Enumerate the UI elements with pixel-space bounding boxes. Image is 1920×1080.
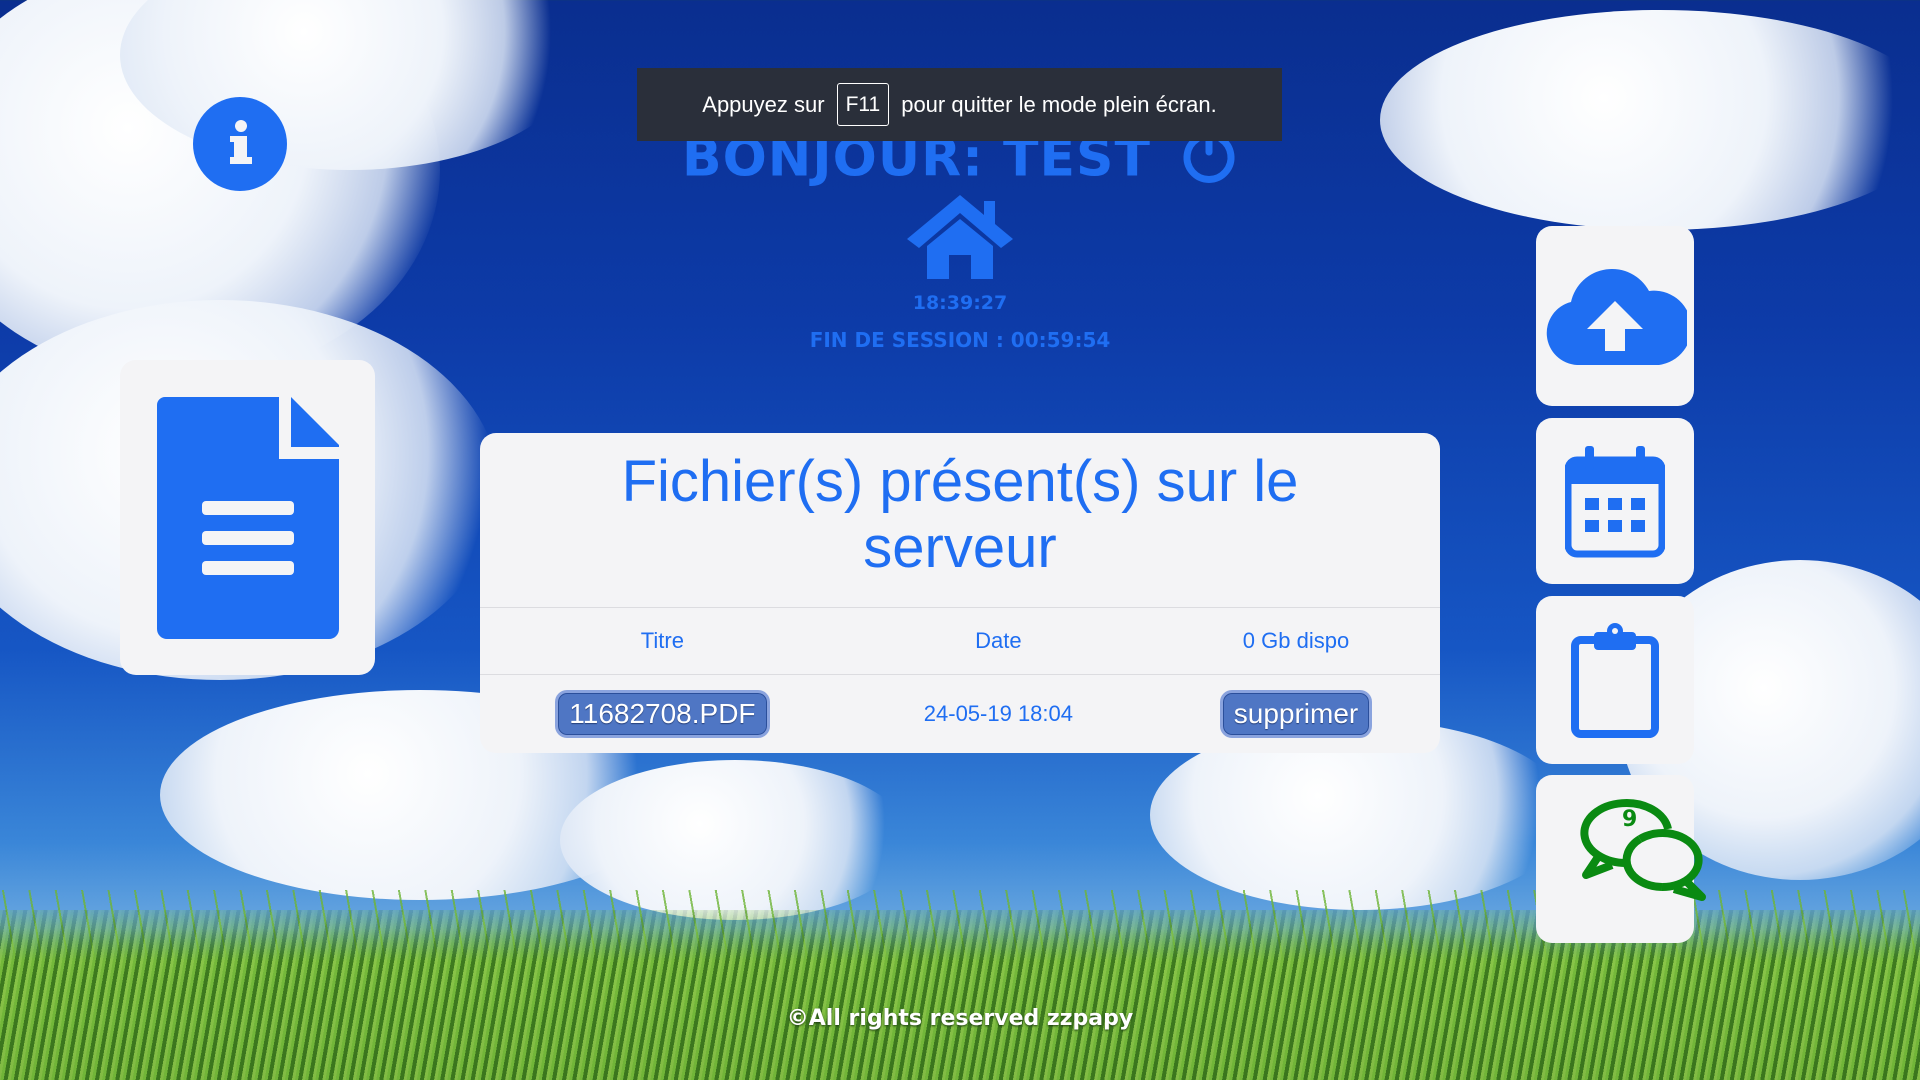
file-open-button[interactable]: 11682708.PDF	[555, 690, 770, 739]
calendar-icon	[1565, 446, 1665, 558]
files-panel: Fichier(s) présent(s) sur le serveur Tit…	[480, 433, 1440, 753]
chat-icon	[1580, 799, 1706, 901]
calendar-card[interactable]	[1536, 418, 1694, 584]
cloud-upload-icon	[1546, 268, 1687, 365]
home-icon	[907, 195, 1013, 279]
clipboard-icon	[1571, 623, 1659, 738]
background-cloud	[1380, 10, 1920, 230]
table-row: 11682708.PDF 24-05-19 18:04 supprimer	[480, 675, 1440, 754]
file-name-cell: 11682708.PDF	[480, 675, 845, 754]
column-header-title: Titre	[480, 607, 845, 675]
file-date-cell: 24-05-19 18:04	[923, 701, 1073, 727]
files-title: Fichier(s) présent(s) sur le serveur	[621, 449, 1299, 580]
files-table-header: Titre Date 0 Gb dispo	[480, 607, 1440, 675]
clipboard-card[interactable]	[1536, 596, 1694, 764]
column-header-date: Date	[844, 607, 1152, 675]
f11-key: F11	[836, 83, 890, 126]
files-table: Titre Date 0 Gb dispo 11682708.PDF 24-05…	[480, 607, 1440, 753]
column-header-space: 0 Gb dispo	[1151, 607, 1440, 675]
chat-badge: 9	[1578, 795, 1708, 903]
document-icon	[156, 396, 339, 639]
chat-count: 9	[1622, 807, 1638, 832]
footer-copyright: ©All rights reserved zzpapy	[786, 1006, 1134, 1031]
fullscreen-banner: Appuyez sur F11 pour quitter le mode ple…	[637, 68, 1282, 141]
documents-card[interactable]	[120, 360, 375, 675]
delete-file-button[interactable]: supprimer	[1219, 690, 1373, 739]
upload-card[interactable]	[1536, 226, 1694, 406]
home-button[interactable]	[905, 193, 1015, 286]
chat-card[interactable]: 9	[1536, 775, 1706, 943]
fullscreen-banner-suffix: pour quitter le mode plein écran.	[901, 91, 1217, 117]
fullscreen-banner-prefix: Appuyez sur	[702, 91, 825, 117]
file-action-cell: supprimer	[1152, 675, 1440, 754]
